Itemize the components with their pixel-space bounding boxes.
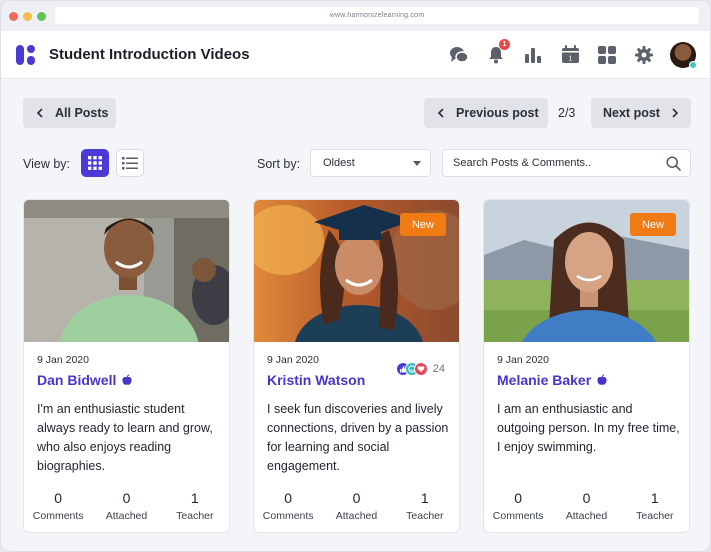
app-header: Student Introduction Videos 1 1 [1, 31, 710, 79]
student-name-text: Dan Bidwell [37, 372, 117, 388]
grid-view-icon [88, 156, 102, 170]
previous-post-button[interactable]: Previous post [424, 98, 548, 128]
stat-value: 0 [122, 490, 131, 506]
stat-value: 1 [190, 490, 199, 506]
page-title: Student Introduction Videos [49, 46, 250, 63]
post-stats: 0 Comments 0 Attached 1 Teacher [24, 490, 229, 522]
stat-label: Comments [492, 510, 544, 522]
online-status-dot [689, 60, 697, 69]
browser-chrome: www.harmonizelearning.com [1, 1, 710, 31]
post-stats: 0 Comments 0 Attached 1 Teacher [484, 490, 689, 522]
notification-badge: 1 [499, 38, 510, 50]
list-view-icon [122, 156, 138, 169]
reaction-count: 24 [432, 363, 445, 375]
comments-stat[interactable]: 0 Comments [254, 490, 322, 522]
comments-stat[interactable]: 0 Comments [24, 490, 92, 522]
user-avatar[interactable] [670, 41, 697, 69]
attached-stat[interactable]: 0 Attached [92, 490, 160, 522]
previous-post-label: Previous post [456, 106, 539, 120]
url-bar[interactable]: www.harmonizelearning.com [55, 7, 699, 24]
stat-label: Comments [32, 510, 84, 522]
teacher-stat[interactable]: 1 Teacher [621, 490, 689, 522]
search-box [442, 149, 691, 177]
list-view-button[interactable] [116, 149, 144, 177]
video-thumbnail[interactable] [24, 200, 229, 342]
student-name-text: Kristin Watson [267, 372, 366, 388]
stat-value: 1 [420, 490, 429, 506]
reactions[interactable]: 24 [395, 362, 445, 376]
app-window: www.harmonizelearning.com Student Introd… [0, 0, 711, 552]
stat-value: 0 [54, 490, 63, 506]
next-post-button[interactable]: Next post [591, 98, 691, 128]
stat-value: 1 [650, 490, 659, 506]
attached-stat[interactable]: 0 Attached [552, 490, 620, 522]
post-date: 9 Jan 2020 [267, 354, 319, 366]
chevron-left-icon [36, 108, 43, 118]
student-name[interactable]: Melanie Baker [497, 372, 608, 388]
comments-stat[interactable]: 0 Comments [484, 490, 552, 522]
chevron-right-icon [672, 108, 679, 118]
view-by-label: View by: [23, 157, 71, 171]
stat-label: Teacher [636, 510, 674, 522]
header-icons: 1 1 [433, 38, 697, 69]
post-date: 9 Jan 2020 [497, 354, 549, 366]
post-date: 9 Jan 2020 [37, 354, 89, 366]
attached-stat[interactable]: 0 Attached [322, 490, 390, 522]
post-card[interactable]: New 9 Jan 2020 Melanie Baker I am an ent… [483, 199, 690, 533]
stat-value: 0 [514, 490, 523, 506]
heart-reaction-icon [413, 362, 428, 376]
sort-selected-value: Oldest [323, 157, 355, 169]
post-stats: 0 Comments 0 Attached 1 Teacher [254, 490, 459, 522]
bar-chart-icon[interactable] [522, 44, 544, 66]
post-pager: 2/3 [558, 106, 576, 120]
student-name[interactable]: Dan Bidwell [37, 372, 133, 388]
sort-select[interactable]: Oldest [310, 149, 431, 177]
all-posts-button[interactable]: All Posts [23, 98, 116, 128]
view-controls: View by: Sort by: Oldest [23, 149, 691, 177]
teacher-stat[interactable]: 1 Teacher [391, 490, 459, 522]
stat-value: 0 [582, 490, 591, 506]
stat-label: Attached [565, 510, 608, 522]
post-card[interactable]: 9 Jan 2020 Dan Bidwell I'm an enthusiast… [23, 199, 230, 533]
search-input[interactable] [453, 157, 653, 169]
apple-icon [597, 374, 607, 385]
post-description: I seek fun discoveries and lively connec… [267, 402, 449, 473]
svg-text:1: 1 [568, 56, 572, 63]
stat-value: 0 [284, 490, 293, 506]
student-name[interactable]: Kristin Watson [267, 372, 365, 388]
new-badge: New [400, 213, 446, 236]
next-post-label: Next post [603, 106, 660, 120]
sort-by-label: Sort by: [257, 157, 301, 171]
new-badge: New [630, 213, 676, 236]
post-description: I am an enthusiastic and outgoing person… [497, 402, 680, 454]
apple-icon [122, 374, 132, 385]
teacher-stat[interactable]: 1 Teacher [161, 490, 229, 522]
calendar-icon[interactable]: 1 [559, 44, 581, 66]
bell-icon[interactable]: 1 [485, 38, 510, 66]
stat-label: Attached [105, 510, 148, 522]
app-logo-icon[interactable] [15, 44, 37, 66]
gear-icon[interactable] [633, 44, 655, 66]
stat-label: Comments [262, 510, 314, 522]
caret-down-icon [413, 161, 421, 166]
search-icon[interactable] [666, 156, 681, 171]
post-description: I'm an enthusiastic student always ready… [37, 402, 213, 473]
minimize-window-dot[interactable] [23, 11, 32, 21]
all-posts-label: All Posts [55, 106, 109, 120]
close-window-dot[interactable] [9, 11, 18, 21]
stat-value: 0 [352, 490, 361, 506]
video-thumbnail[interactable]: New [484, 200, 689, 342]
student-name-text: Melanie Baker [497, 372, 592, 388]
maximize-window-dot[interactable] [37, 11, 46, 21]
apps-grid-icon[interactable] [596, 44, 618, 66]
grid-view-button[interactable] [81, 149, 109, 177]
chat-icon[interactable] [448, 44, 470, 66]
stat-label: Teacher [176, 510, 214, 522]
post-navigation: All Posts Previous post 2/3 Next post [23, 98, 691, 128]
stat-label: Attached [335, 510, 378, 522]
post-card[interactable]: New 9 Jan 2020 Kristin Watson 24 I seek … [253, 199, 460, 533]
stat-label: Teacher [406, 510, 444, 522]
chevron-left-icon [437, 108, 444, 118]
video-thumbnail[interactable]: New [254, 200, 459, 342]
